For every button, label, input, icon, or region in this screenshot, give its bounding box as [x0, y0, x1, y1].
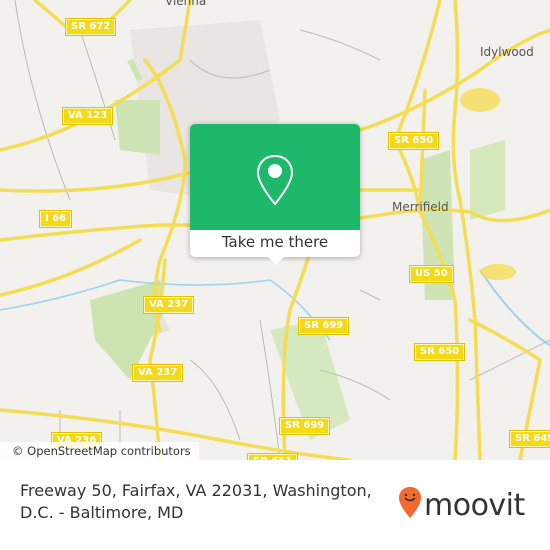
location-popup: Take me there [190, 124, 360, 265]
moovit-pin-icon [398, 486, 422, 524]
place-label-idylwood: Idylwood [480, 45, 534, 59]
take-me-there-button[interactable]: Take me there [190, 230, 360, 257]
road-shield-sr672: SR 672 [64, 18, 117, 36]
road-shield-sr699-north: SR 699 [297, 317, 350, 335]
road-shield-i66: I 66 [38, 210, 73, 228]
road-shield-us50: US 50 [409, 265, 454, 283]
footer: Freeway 50, Fairfax, VA 22031, Washingto… [0, 460, 550, 550]
road-shield-sr699-south: SR 699 [278, 417, 331, 435]
road-shield-sr649: SR 649 [508, 430, 550, 448]
map-attribution[interactable]: © OpenStreetMap contributors [0, 442, 199, 460]
address-text: Freeway 50, Fairfax, VA 22031, Washingto… [20, 481, 372, 522]
moovit-logo[interactable]: moovit [398, 486, 525, 524]
road-shield-sr650-north: SR 650 [387, 132, 440, 150]
moovit-wordmark: moovit [424, 487, 525, 523]
road-shield-va123: VA 123 [61, 107, 114, 125]
popup-pointer [268, 257, 284, 265]
road-shield-va237-south: VA 237 [131, 364, 184, 382]
place-label-vienna: Vienna [165, 0, 207, 8]
road-shield-va237-north: VA 237 [142, 296, 195, 314]
location-pin-icon [256, 154, 294, 212]
popup-header [190, 124, 360, 230]
place-label-merrifield: Merrifield [392, 200, 449, 214]
road-shield-sr650-south: SR 650 [413, 343, 466, 361]
